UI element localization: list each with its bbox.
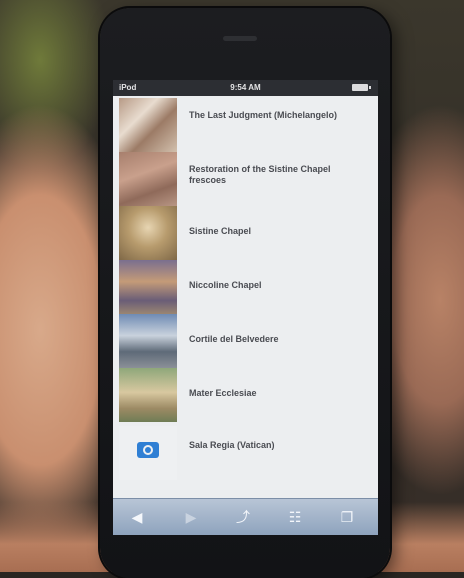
list-item[interactable]: Restoration of the Sistine Chapel fresco…: [113, 152, 378, 206]
list-item[interactable]: Cortile del Belvedere: [113, 314, 378, 368]
thumbnail-image: [119, 368, 177, 422]
list-item[interactable]: Niccoline Chapel: [113, 260, 378, 314]
back-icon[interactable]: ◀: [127, 507, 147, 527]
forward-icon[interactable]: ▶: [181, 507, 201, 527]
battery-icon: [352, 84, 371, 91]
speaker-grille: [223, 36, 257, 41]
camera-icon: [137, 442, 159, 458]
browser-toolbar: ◀ ▶ ⤴ ☷ ❐: [113, 498, 378, 535]
thumbnail-image: [119, 206, 177, 260]
thumbnail-image: [119, 152, 177, 206]
status-bar: iPod 9:54 AM: [113, 80, 378, 96]
item-title: Restoration of the Sistine Chapel fresco…: [189, 164, 331, 185]
list-item[interactable]: Sistine Chapel: [113, 206, 378, 260]
list-item[interactable]: Mater Ecclesiae: [113, 368, 378, 422]
bookmarks-icon[interactable]: ☷: [285, 507, 305, 527]
thumbnail-image: [119, 260, 177, 314]
share-icon[interactable]: ⤴: [233, 507, 253, 527]
item-title: Sala Regia (Vatican): [189, 440, 275, 450]
item-title: Cortile del Belvedere: [189, 334, 279, 344]
item-title: Niccoline Chapel: [189, 280, 262, 290]
item-title: Sistine Chapel: [189, 226, 252, 236]
status-time: 9:54 AM: [230, 83, 261, 92]
tabs-icon[interactable]: ❐: [337, 507, 357, 527]
item-title: Mater Ecclesiae: [189, 388, 257, 398]
device-screen: iPod 9:54 AM The Last Judgment (Michelan…: [113, 80, 378, 535]
thumbnail-placeholder: [119, 426, 177, 480]
thumbnail-image: [119, 98, 177, 152]
list-item[interactable]: Sala Regia (Vatican): [113, 426, 378, 480]
item-title: The Last Judgment (Michelangelo): [189, 110, 338, 120]
list-item[interactable]: The Last Judgment (Michelangelo): [113, 98, 378, 152]
thumbnail-image: [119, 314, 177, 368]
